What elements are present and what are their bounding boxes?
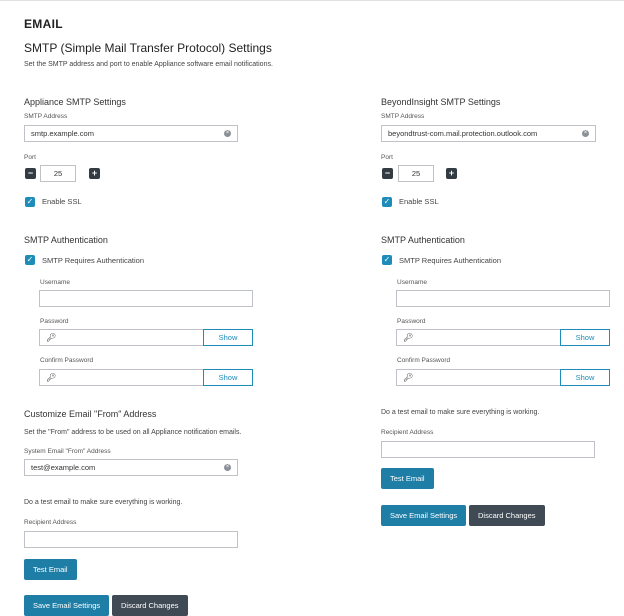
plus-icon: +	[91, 168, 98, 178]
beyondinsight-confirm-password-show-button[interactable]: Show	[560, 369, 610, 386]
beyondinsight-recipient-label: Recipient Address	[381, 429, 434, 436]
from-address-value: test@example.com	[31, 463, 96, 472]
beyondinsight-confirm-password-field[interactable]: 🔑︎ Show	[396, 369, 610, 386]
clear-icon[interactable]: ×	[224, 464, 231, 471]
appliance-smtp-address-value: smtp.example.com	[31, 129, 94, 138]
appliance-username-label: Username	[40, 279, 70, 286]
appliance-password-label: Password	[40, 318, 69, 325]
appliance-confirm-password-show-button[interactable]: Show	[203, 369, 253, 386]
key-icon: 🔑︎	[46, 373, 57, 382]
beyondinsight-smtp-heading: BeyondInsight SMTP Settings	[381, 97, 501, 107]
beyondinsight-password-field[interactable]: 🔑︎ Show	[396, 329, 610, 346]
key-icon: 🔑︎	[403, 373, 414, 382]
appliance-recipient-input[interactable]	[24, 531, 238, 548]
from-address-label: System Email "From" Address	[24, 448, 111, 455]
beyondinsight-port-label: Port	[381, 154, 393, 161]
appliance-smtp-address-input[interactable]: smtp.example.com ×	[24, 125, 238, 142]
appliance-auth-required-label: SMTP Requires Authentication	[42, 256, 145, 265]
beyondinsight-save-button[interactable]: Save Email Settings	[381, 505, 467, 526]
beyondinsight-auth-heading: SMTP Authentication	[381, 235, 465, 245]
key-icon: 🔑︎	[403, 333, 414, 342]
appliance-username-input[interactable]	[39, 290, 253, 307]
beyondinsight-password-label: Password	[397, 318, 426, 325]
plus-icon: +	[448, 168, 455, 178]
minus-icon: −	[27, 168, 34, 178]
beyondinsight-port-input[interactable]: 25	[398, 165, 434, 182]
appliance-enable-ssl-label: Enable SSL	[42, 197, 82, 206]
appliance-port-label: Port	[24, 154, 36, 161]
appliance-password-field[interactable]: 🔑︎ Show	[39, 329, 253, 346]
beyondinsight-smtp-address-label: SMTP Address	[381, 113, 425, 120]
beyondinsight-test-email-button[interactable]: Test Email	[381, 468, 434, 489]
appliance-smtp-heading: Appliance SMTP Settings	[24, 97, 126, 107]
appliance-test-email-button[interactable]: Test Email	[24, 559, 77, 580]
minus-icon: −	[384, 168, 391, 178]
page-title: EMAIL	[24, 17, 63, 31]
appliance-port-decrement-button[interactable]: −	[25, 168, 36, 179]
beyondinsight-discard-button[interactable]: Discard Changes	[469, 505, 545, 526]
beyondinsight-smtp-address-value: beyondtrust-com.mail.protection.outlook.…	[388, 129, 538, 138]
check-icon: ✓	[383, 255, 391, 264]
appliance-recipient-label: Recipient Address	[24, 519, 77, 526]
beyondinsight-auth-required-checkbox[interactable]: ✓	[382, 255, 392, 265]
check-icon: ✓	[26, 255, 34, 264]
clear-icon[interactable]: ×	[582, 130, 589, 137]
from-address-heading: Customize Email "From" Address	[24, 409, 157, 419]
email-settings-page: EMAIL SMTP (Simple Mail Transfer Protoco…	[0, 0, 624, 616]
from-address-input[interactable]: test@example.com ×	[24, 459, 238, 476]
check-icon: ✓	[26, 197, 34, 206]
beyondinsight-enable-ssl-checkbox[interactable]: ✓	[382, 197, 392, 207]
beyondinsight-confirm-password-label: Confirm Password	[397, 357, 451, 364]
beyondinsight-username-label: Username	[397, 279, 427, 286]
beyondinsight-enable-ssl-label: Enable SSL	[399, 197, 439, 206]
appliance-confirm-password-label: Confirm Password	[40, 357, 94, 364]
appliance-auth-heading: SMTP Authentication	[24, 235, 108, 245]
beyondinsight-recipient-input[interactable]	[381, 441, 595, 458]
from-address-description: Set the "From" address to be used on all…	[24, 429, 242, 436]
appliance-discard-button[interactable]: Discard Changes	[112, 595, 188, 616]
beyondinsight-port-increment-button[interactable]: +	[446, 168, 457, 179]
beyondinsight-port-decrement-button[interactable]: −	[382, 168, 393, 179]
section-description: Set the SMTP address and port to enable …	[24, 61, 273, 68]
appliance-save-button[interactable]: Save Email Settings	[24, 595, 110, 616]
beyondinsight-username-input[interactable]	[396, 290, 610, 307]
appliance-test-description: Do a test email to make sure everything …	[24, 499, 183, 506]
beyondinsight-smtp-address-input[interactable]: beyondtrust-com.mail.protection.outlook.…	[381, 125, 596, 142]
key-icon: 🔑︎	[46, 333, 57, 342]
beyondinsight-auth-required-label: SMTP Requires Authentication	[399, 256, 502, 265]
appliance-port-increment-button[interactable]: +	[89, 168, 100, 179]
beyondinsight-test-description: Do a test email to make sure everything …	[381, 409, 540, 416]
appliance-enable-ssl-checkbox[interactable]: ✓	[25, 197, 35, 207]
beyondinsight-password-show-button[interactable]: Show	[560, 329, 610, 346]
appliance-smtp-address-label: SMTP Address	[24, 113, 68, 120]
appliance-password-show-button[interactable]: Show	[203, 329, 253, 346]
appliance-auth-required-checkbox[interactable]: ✓	[25, 255, 35, 265]
appliance-port-input[interactable]: 25	[40, 165, 76, 182]
appliance-confirm-password-field[interactable]: 🔑︎ Show	[39, 369, 253, 386]
clear-icon[interactable]: ×	[224, 130, 231, 137]
section-title: SMTP (Simple Mail Transfer Protocol) Set…	[24, 41, 272, 55]
check-icon: ✓	[383, 197, 391, 206]
